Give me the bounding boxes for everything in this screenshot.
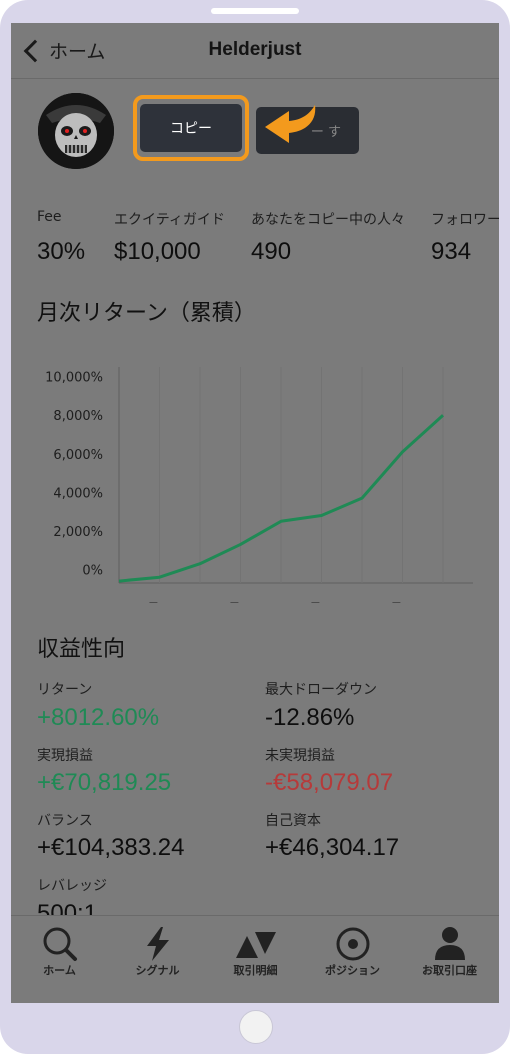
max-drawdown-value: -12.86%: [265, 704, 355, 731]
monthly-return-chart: 10,000% 8,000% 6,000% 4,000% 2,000% 0% 1月 23 3月…: [45, 367, 473, 603]
chart-x-tick-label: 7月 23: [382, 602, 424, 603]
profitability-title: 収益性向: [37, 637, 126, 662]
up-down-triangles-icon: [235, 932, 276, 958]
tab-trade-history[interactable]: 取引明細: [207, 916, 304, 1003]
bottom-tab-bar: ホーム シグナル 取引明細 ポジション お取引口座: [11, 915, 499, 1003]
chart-x-tick-label: 1月 23: [139, 602, 181, 603]
chart-y-tick-label: 4,000%: [53, 486, 103, 501]
copy-button-highlight: コピー: [133, 95, 249, 161]
unrealized-pl-label: 未実現損益: [265, 748, 335, 764]
leverage-label: レバレッジ: [37, 878, 107, 894]
tab-account-label: お取引口座: [422, 964, 477, 977]
copy-button[interactable]: コピー: [140, 104, 242, 152]
return-value: +8012.60%: [37, 704, 160, 731]
chart-x-tick-label: 5月 23: [301, 602, 343, 603]
tab-positions-label: ポジション: [325, 964, 380, 977]
chart-y-tick-label: 0%: [82, 564, 103, 579]
chart-x-tick-label: 3月 23: [220, 602, 262, 603]
chart-y-tick-label: 2,000%: [53, 525, 103, 540]
avatar: [38, 93, 114, 169]
tab-home[interactable]: ホーム: [11, 916, 108, 1003]
pointer-arrow-icon: [265, 105, 316, 143]
skull-avatar-image: [38, 93, 114, 169]
realized-pl-label: 実現損益: [37, 748, 93, 764]
stat-label-fee: Fee: [37, 209, 62, 225]
tab-signal[interactable]: シグナル: [109, 916, 206, 1003]
tab-home-label: ホーム: [43, 964, 76, 977]
app-screen: ホーム Helderjust コピー ー す Fee 30% エクイティガイド …: [11, 23, 499, 1003]
return-label: リターン: [37, 682, 93, 698]
tab-trade-history-label: 取引明細: [233, 964, 278, 977]
stat-value-followers: 934: [431, 238, 472, 265]
stat-value-equity-guide: $10,000: [114, 238, 201, 265]
top-bar: ホーム Helderjust: [11, 23, 499, 79]
search-icon: [43, 927, 77, 961]
tab-account[interactable]: お取引口座: [401, 916, 498, 1003]
monthly-return-title: 月次リターン（累積）: [37, 301, 256, 326]
stat-value-copiers: 490: [251, 238, 292, 265]
person-icon: [434, 927, 465, 960]
balance-value: +€104,383.24: [37, 834, 185, 861]
realized-pl-value: +€70,819.25: [37, 769, 172, 796]
equity-value: +€46,304.17: [265, 834, 400, 861]
lightning-icon: [146, 927, 169, 961]
target-icon: [336, 927, 369, 961]
stat-value-fee: 30%: [37, 238, 86, 265]
chart-y-tick-label: 8,000%: [53, 409, 103, 424]
equity-label: 自己資本: [265, 813, 321, 829]
phone-frame: ホーム Helderjust コピー ー す Fee 30% エクイティガイド …: [0, 0, 510, 1054]
max-drawdown-label: 最大ドローダウン: [265, 682, 377, 698]
stat-label-equity-guide: エクイティガイド: [114, 212, 225, 228]
stat-label-followers: フォロワー: [431, 212, 499, 228]
chart-y-tick-label: 10,000%: [45, 371, 103, 386]
home-button[interactable]: [239, 1010, 273, 1044]
speaker-slot: [211, 8, 299, 14]
unrealized-pl-value: -€58,079.07: [265, 769, 394, 796]
chart-y-tick-label: 6,000%: [53, 448, 103, 463]
balance-label: バランス: [37, 813, 93, 829]
tab-positions[interactable]: ポジション: [304, 916, 401, 1003]
tab-signal-label: シグナル: [135, 964, 180, 977]
stat-label-copiers: あなたをコピー中の人々: [251, 212, 405, 228]
page-title: Helderjust: [208, 39, 302, 60]
